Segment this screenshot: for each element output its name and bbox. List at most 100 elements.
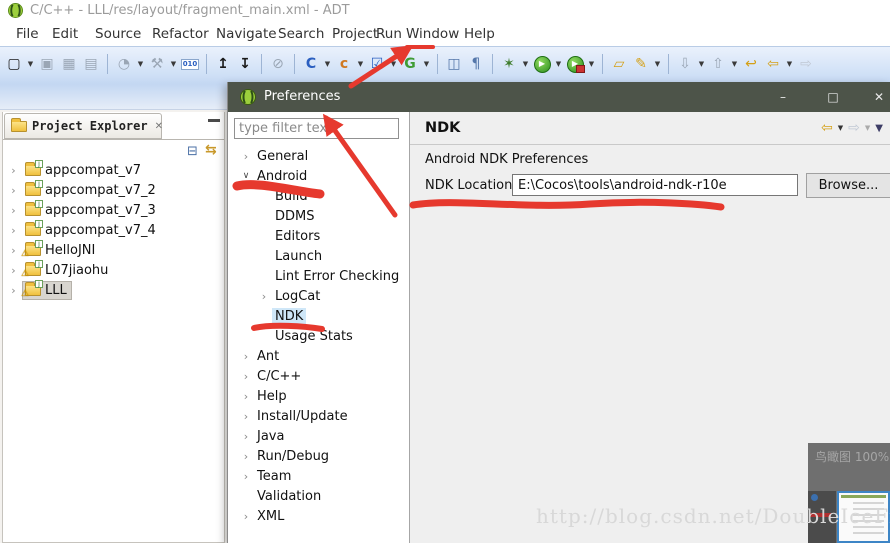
tree-item-logcat[interactable]: › LogCat [230, 286, 402, 306]
close-button[interactable]: ✕ [864, 82, 890, 112]
tab-project-explorer[interactable]: Project Explorer ✕ [4, 113, 163, 139]
skip-breakpoints-icon[interactable]: ⊘ [268, 53, 288, 75]
chevron-right-icon[interactable]: › [256, 290, 272, 303]
filter-input[interactable] [234, 118, 399, 139]
dropdown-caret-icon[interactable]: ▼ [785, 53, 794, 75]
tree-item-install-update[interactable]: › Install/Update [230, 406, 402, 426]
project-row[interactable]: › J appcompat_v7_3 [7, 199, 222, 220]
open-folder-icon[interactable]: ▱ [609, 53, 629, 75]
dropdown-caret-icon[interactable]: ▼ [26, 53, 35, 75]
tree-item-team[interactable]: › Team [230, 466, 402, 486]
new-wizard-icon[interactable]: ▢ [4, 53, 24, 75]
new-c-class-icon[interactable]: C [301, 53, 321, 75]
project-row[interactable]: › J appcompat_v7 [7, 159, 222, 180]
editor-window-icon[interactable]: ◫ [444, 53, 464, 75]
dropdown-caret-icon[interactable]: ▼ [169, 53, 178, 75]
chevron-right-icon[interactable]: › [7, 244, 20, 257]
next-annotation-icon[interactable]: ⇩ [675, 53, 695, 75]
tree-item-general[interactable]: › General [230, 146, 402, 166]
brush-icon[interactable]: ✎ [631, 53, 651, 75]
tree-item-run-debug[interactable]: › Run/Debug [230, 446, 402, 466]
debug-bug-icon[interactable]: ✶ [499, 53, 519, 75]
menu-help[interactable]: Help [464, 22, 495, 46]
save-icon[interactable]: ▣ [37, 53, 57, 75]
menu-search[interactable]: Search [278, 22, 324, 46]
chevron-right-icon[interactable]: › [238, 430, 254, 443]
forward-icon[interactable]: ⇨ [848, 120, 860, 136]
import-icon[interactable]: ↥ [213, 53, 233, 75]
chevron-right-icon[interactable]: › [7, 184, 20, 197]
chevron-right-icon[interactable]: › [238, 350, 254, 363]
new-project-icon[interactable]: ☑ [367, 53, 387, 75]
new-c-project-icon[interactable]: c [334, 53, 354, 75]
tree-item-launch[interactable]: Launch [230, 246, 402, 266]
chevron-right-icon[interactable]: › [238, 470, 254, 483]
menu-refactor[interactable]: Refactor [152, 22, 209, 46]
g-plus-icon[interactable]: G [400, 53, 420, 75]
menu-window[interactable]: Window [406, 22, 459, 46]
chevron-right-icon[interactable]: › [7, 204, 20, 217]
export-icon[interactable]: ↧ [235, 53, 255, 75]
tree-item-validation[interactable]: Validation [230, 486, 402, 506]
chevron-right-icon[interactable]: › [7, 284, 20, 297]
chevron-right-icon[interactable]: › [238, 510, 254, 523]
dropdown-caret-icon[interactable]: ▼ [554, 53, 563, 75]
project-row[interactable]: › J ⚠ L07jiaohu [7, 259, 222, 280]
link-with-editor-icon[interactable]: ⇆ [205, 142, 217, 158]
project-row[interactable]: › J appcompat_v7_4 [7, 219, 222, 240]
run-external-icon[interactable]: ▶ [566, 55, 585, 73]
tree-item-editors[interactable]: Editors [230, 226, 402, 246]
tree-item-lint-error-checking[interactable]: Lint Error Checking [230, 266, 402, 286]
tree-item-ndk-selected[interactable]: NDK [230, 306, 402, 326]
dropdown-caret-icon[interactable]: ▼ [653, 53, 662, 75]
run-icon[interactable]: ▶ [533, 55, 551, 73]
clock-icon[interactable]: ◔ [114, 53, 134, 75]
chevron-right-icon[interactable]: › [7, 224, 20, 237]
chevron-right-icon[interactable]: › [238, 370, 254, 383]
binary-file-icon[interactable]: 010 [180, 58, 200, 70]
chevron-right-icon[interactable]: › [238, 390, 254, 403]
back-icon[interactable]: ⇦ [763, 53, 783, 75]
browse-button[interactable]: Browse... [806, 173, 890, 198]
project-row[interactable]: › J ⚠ HelloJNI [7, 239, 222, 260]
dialog-titlebar[interactable]: Preferences – □ ✕ [228, 82, 890, 112]
tree-item-ant[interactable]: › Ant [230, 346, 402, 366]
tree-item-c-cpp[interactable]: › C/C++ [230, 366, 402, 386]
tree-item-ddms[interactable]: DDMS [230, 206, 402, 226]
tree-item-android[interactable]: ∨ Android [230, 166, 402, 186]
print-icon[interactable]: ▤ [81, 53, 101, 75]
tree-item-java[interactable]: › Java [230, 426, 402, 446]
chevron-right-icon[interactable]: › [238, 450, 254, 463]
project-row-selected[interactable]: › J ⚠ LLL [7, 279, 222, 300]
menu-project[interactable]: Project [332, 22, 378, 46]
minimize-view-icon[interactable] [208, 117, 220, 122]
tree-item-usage-stats[interactable]: Usage Stats [230, 326, 402, 346]
menu-file[interactable]: File [16, 22, 39, 46]
chevron-right-icon[interactable]: › [7, 264, 20, 277]
chevron-down-icon[interactable]: ∨ [238, 171, 254, 181]
collapse-all-icon[interactable]: ⊟ [187, 144, 198, 159]
dropdown-caret-icon[interactable]: ▼ [389, 53, 398, 75]
build-hammer-icon[interactable]: ⚒ [147, 53, 167, 75]
dropdown-caret-icon[interactable]: ▼ [730, 53, 739, 75]
last-edit-location-icon[interactable]: ↩ [741, 53, 761, 75]
menu-source[interactable]: Source [95, 22, 141, 46]
dropdown-caret-icon[interactable]: ▼ [521, 53, 530, 75]
prev-annotation-icon[interactable]: ⇧ [708, 53, 728, 75]
dropdown-caret-icon[interactable]: ▼ [356, 53, 365, 75]
project-row[interactable]: › J appcompat_v7_2 [7, 179, 222, 200]
chevron-right-icon[interactable]: › [238, 410, 254, 423]
dropdown-caret-icon[interactable]: ▼ [323, 53, 332, 75]
forward-icon[interactable]: ⇨ [796, 53, 816, 75]
tree-item-xml[interactable]: › XML [230, 506, 402, 526]
dropdown-caret-icon[interactable]: ▼ [136, 53, 145, 75]
pilcrow-icon[interactable]: ¶ [466, 53, 486, 75]
close-icon[interactable]: ✕ [155, 121, 163, 132]
menu-navigate[interactable]: Navigate [216, 22, 277, 46]
menu-run[interactable]: Run [376, 22, 402, 46]
save-all-icon[interactable]: ▦ [59, 53, 79, 75]
minimize-button[interactable]: – [768, 82, 798, 112]
tree-item-build[interactable]: Build [230, 186, 402, 206]
ndk-location-input[interactable] [512, 174, 798, 196]
dropdown-caret-icon[interactable]: ▼ [587, 53, 596, 75]
